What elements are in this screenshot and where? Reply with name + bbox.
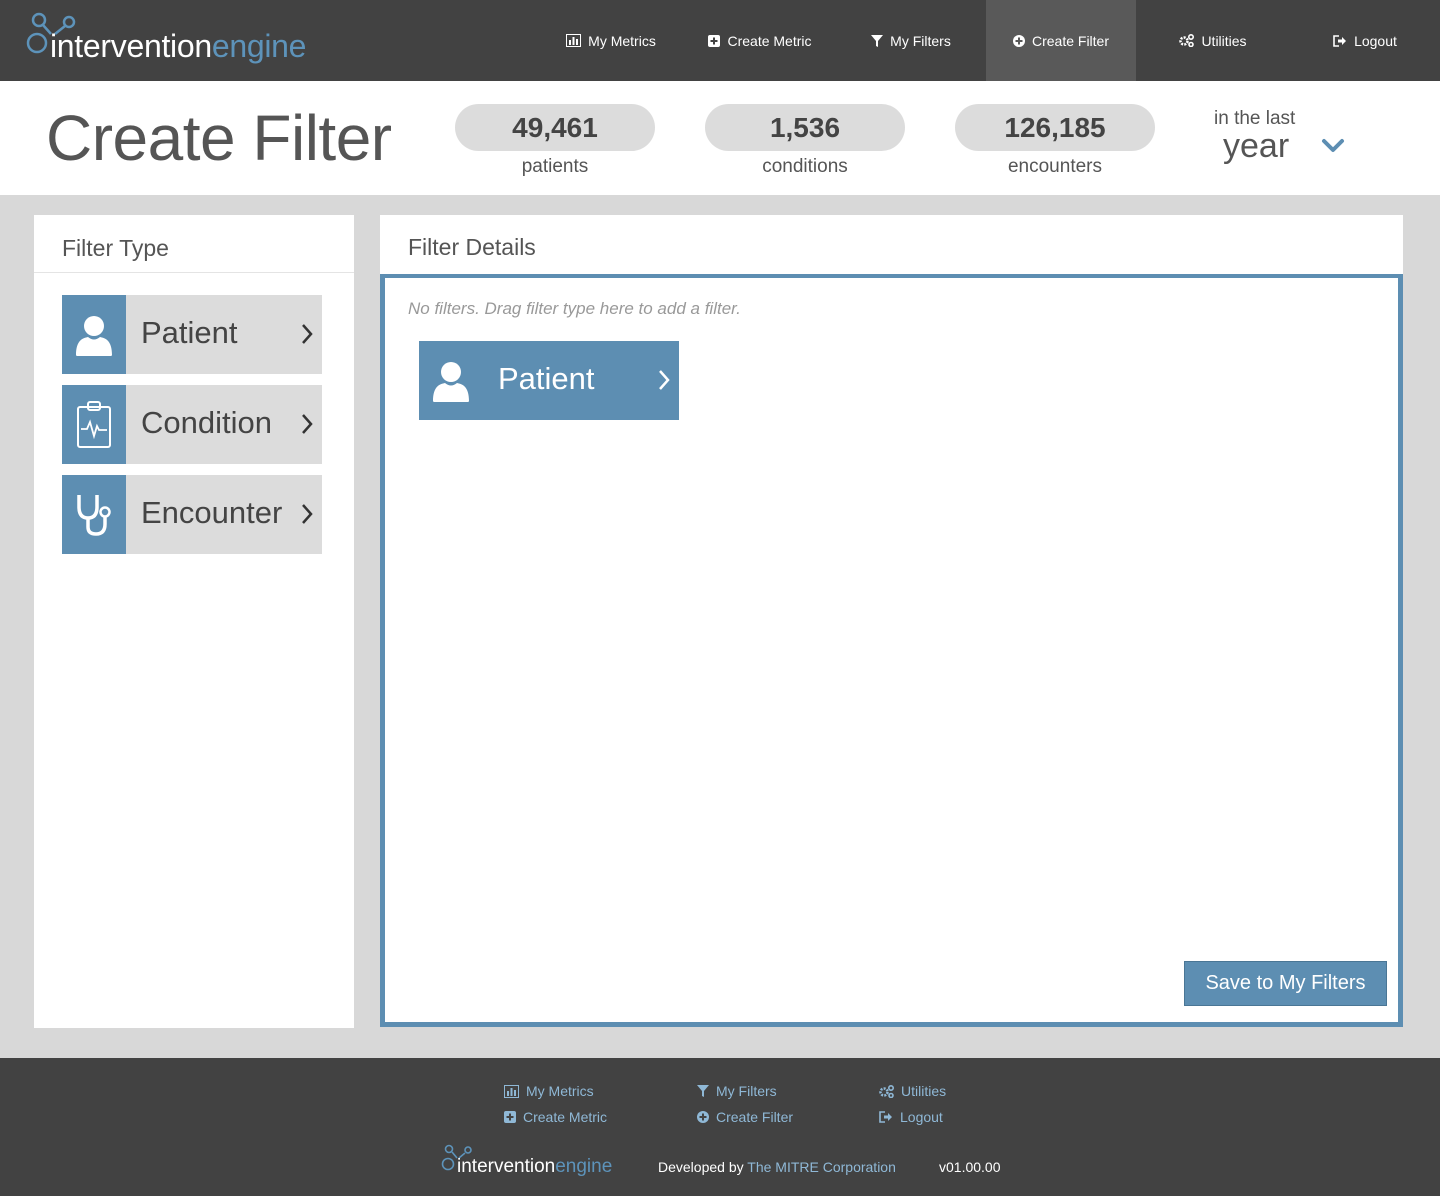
- filter-type-label: Encounter: [141, 495, 283, 530]
- app-logo[interactable]: interventionengine: [26, 12, 356, 70]
- gears-icon: [879, 1084, 894, 1098]
- time-period-selector[interactable]: in the last year: [1214, 108, 1374, 165]
- footer-link-label: My Metrics: [526, 1083, 594, 1099]
- filter-type-title: Filter Type: [62, 235, 169, 261]
- nav-create-filter[interactable]: Create Filter: [986, 0, 1136, 81]
- gears-icon: [1179, 34, 1195, 47]
- stat-label: patients: [521, 156, 589, 177]
- stat-value: 126,185: [955, 104, 1155, 151]
- footer-link-create-filter[interactable]: Create Filter: [697, 1109, 793, 1125]
- funnel-icon: [871, 34, 884, 47]
- nav-my-metrics[interactable]: My Metrics: [538, 0, 684, 81]
- page-title: Create Filter: [46, 102, 392, 174]
- placed-filter-patient[interactable]: Patient: [419, 341, 679, 420]
- sign-out-icon: [1333, 34, 1347, 47]
- footer-logo: interventionengine: [441, 1144, 641, 1180]
- footer-link-utilities[interactable]: Utilities: [879, 1083, 946, 1099]
- chevron-right-icon: [302, 324, 313, 344]
- mitre-link[interactable]: The MITRE Corporation: [747, 1159, 896, 1175]
- footer-link-label: Create Metric: [523, 1109, 608, 1125]
- footer-link-create-metric[interactable]: Create Metric: [504, 1109, 607, 1125]
- stat-patients: 49,461 patients: [455, 104, 655, 178]
- placed-filter-label: Patient: [498, 361, 595, 396]
- footer-link-my-filters[interactable]: My Filters: [697, 1083, 777, 1099]
- funnel-icon: [697, 1085, 709, 1097]
- logo-text: interventionengine: [50, 28, 307, 64]
- person-icon: [62, 295, 126, 374]
- drop-hint: No filters. Drag filter type here to add…: [408, 299, 741, 318]
- footer-link-label: Utilities: [901, 1083, 947, 1099]
- divider: [34, 272, 354, 273]
- page-header: Create Filter 49,461 patients 1,536 cond…: [0, 81, 1440, 195]
- plus-circle-icon: [697, 1111, 709, 1123]
- filter-type-label: Patient: [141, 315, 238, 350]
- nav-label: Create Filter: [1031, 32, 1110, 49]
- plus-square-icon: [504, 1111, 516, 1123]
- nav-label: Utilities: [1201, 32, 1247, 49]
- filter-type-patient[interactable]: Patient: [62, 295, 322, 374]
- filter-details-title: Filter Details: [408, 234, 536, 260]
- footer: My Metrics Create Metric My Filters Crea…: [0, 1058, 1440, 1196]
- developed-by: Developed by The MITRE Corporation: [658, 1159, 896, 1175]
- nav-label: Logout: [1354, 32, 1397, 49]
- filter-details-panel: Filter Details No filters. Drag filter t…: [380, 215, 1403, 1027]
- app-version: v01.00.00: [939, 1159, 1001, 1175]
- nav-logout[interactable]: Logout: [1290, 0, 1440, 81]
- bar-chart-icon: [504, 1084, 519, 1098]
- stat-label: encounters: [1007, 156, 1102, 177]
- filter-type-condition[interactable]: Condition: [62, 385, 322, 464]
- stat-conditions: 1,536 conditions: [705, 104, 905, 178]
- person-icon: [419, 341, 483, 420]
- footer-link-label: My Filters: [716, 1083, 777, 1099]
- filter-type-label: Condition: [141, 405, 272, 440]
- chevron-right-icon: [302, 504, 313, 524]
- clipboard-heartbeat-icon: [62, 385, 126, 464]
- stat-label: conditions: [762, 156, 848, 177]
- filter-type-panel: Filter Type Patient Condition Encounter: [34, 215, 354, 1028]
- chevron-right-icon: [302, 414, 313, 434]
- nav-utilities[interactable]: Utilities: [1136, 0, 1290, 81]
- top-navbar: interventionengine My Metrics Create Met…: [0, 0, 1440, 81]
- stethoscope-icon: [62, 475, 126, 554]
- nav-label: My Metrics: [588, 32, 656, 49]
- sign-out-icon: [879, 1111, 892, 1123]
- chevron-down-icon[interactable]: [1321, 138, 1345, 154]
- nav-create-metric[interactable]: Create Metric: [684, 0, 836, 81]
- stat-value: 1,536: [705, 104, 905, 151]
- footer-logo-text: interventionengine: [457, 1156, 613, 1177]
- save-to-my-filters-button[interactable]: Save to My Filters: [1184, 961, 1387, 1006]
- plus-circle-icon: [1012, 34, 1025, 47]
- footer-link-my-metrics[interactable]: My Metrics: [504, 1083, 594, 1099]
- footer-link-label: Create Filter: [716, 1109, 794, 1125]
- chevron-right-icon: [659, 370, 670, 390]
- footer-link-label: Logout: [900, 1109, 943, 1125]
- nav-my-filters[interactable]: My Filters: [836, 0, 986, 81]
- stat-encounters: 126,185 encounters: [955, 104, 1155, 178]
- nav-label: My Filters: [890, 32, 951, 49]
- stat-value: 49,461: [455, 104, 655, 151]
- footer-link-logout[interactable]: Logout: [879, 1109, 943, 1125]
- plus-square-icon: [708, 34, 721, 47]
- filter-type-encounter[interactable]: Encounter: [62, 475, 322, 554]
- nav-label: Create Metric: [727, 32, 812, 49]
- filter-drop-zone[interactable]: No filters. Drag filter type here to add…: [380, 274, 1403, 1027]
- bar-chart-icon: [566, 34, 582, 47]
- period-value: year: [1223, 127, 1290, 165]
